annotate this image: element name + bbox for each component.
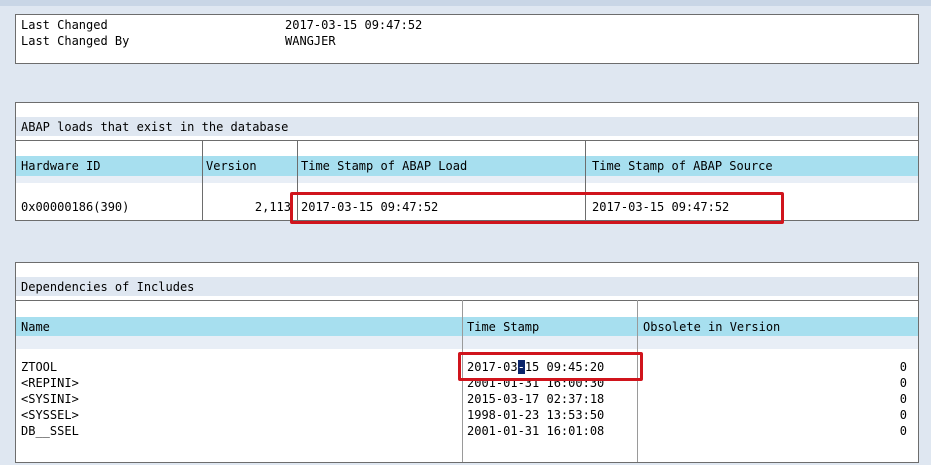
cell-hardware-id[interactable]: 0x00000186(390): [21, 200, 129, 214]
dep-row-obsolete[interactable]: 0: [643, 408, 907, 422]
col-header-obsolete-version[interactable]: Obsolete in Version: [643, 320, 780, 334]
dep-row-timestamp[interactable]: 1998-01-23 13:53:50: [467, 408, 604, 422]
dep-row-name[interactable]: ZTOOL: [21, 360, 57, 374]
abap-loads-section-header: ABAP loads that exist in the database: [16, 117, 918, 136]
dep-row-obsolete[interactable]: 0: [643, 360, 907, 374]
dep-row-obsolete[interactable]: 0: [643, 376, 907, 390]
highlight-load-timestamps-box: [290, 192, 784, 224]
highlight-ztool-timestamp-box: [458, 352, 643, 381]
col-header-time-stamp[interactable]: Time Stamp: [467, 320, 539, 334]
dep-row-name[interactable]: <SYSINI>: [21, 392, 79, 406]
last-changed-label: Last Changed: [21, 18, 108, 32]
dep-row-name[interactable]: <SYSSEL>: [21, 408, 79, 422]
dep-row-obsolete[interactable]: 0: [643, 392, 907, 406]
dep-row-timestamp[interactable]: 2001-01-31 16:01:08: [467, 424, 604, 438]
col-header-name[interactable]: Name: [21, 320, 50, 334]
dep-row-name[interactable]: <REPINI>: [21, 376, 79, 390]
change-info-panel: Last Changed 2017-03-15 09:47:52 Last Ch…: [15, 14, 919, 64]
col-header-load-timestamp[interactable]: Time Stamp of ABAP Load: [301, 159, 467, 173]
dependencies-section-header: Dependencies of Includes: [16, 277, 918, 296]
last-changed-by-label: Last Changed By: [21, 34, 130, 48]
window-top-strip: [0, 0, 931, 6]
cell-version[interactable]: 2,113: [206, 200, 291, 214]
col-header-source-timestamp[interactable]: Time Stamp of ABAP Source: [592, 159, 773, 173]
last-changed-value: 2017-03-15 09:47:52: [285, 18, 423, 32]
abap-loads-title: ABAP loads that exist in the database: [21, 120, 289, 134]
last-changed-by-value: WANGJER: [285, 34, 336, 48]
col-header-hardware-id[interactable]: Hardware ID: [21, 159, 100, 173]
dep-row-timestamp[interactable]: 2015-03-17 02:37:18: [467, 392, 604, 406]
dependencies-title: Dependencies of Includes: [21, 280, 195, 294]
dep-row-name[interactable]: DB__SSEL: [21, 424, 79, 438]
dep-row-obsolete[interactable]: 0: [643, 424, 907, 438]
col-header-version[interactable]: Version: [206, 159, 257, 173]
